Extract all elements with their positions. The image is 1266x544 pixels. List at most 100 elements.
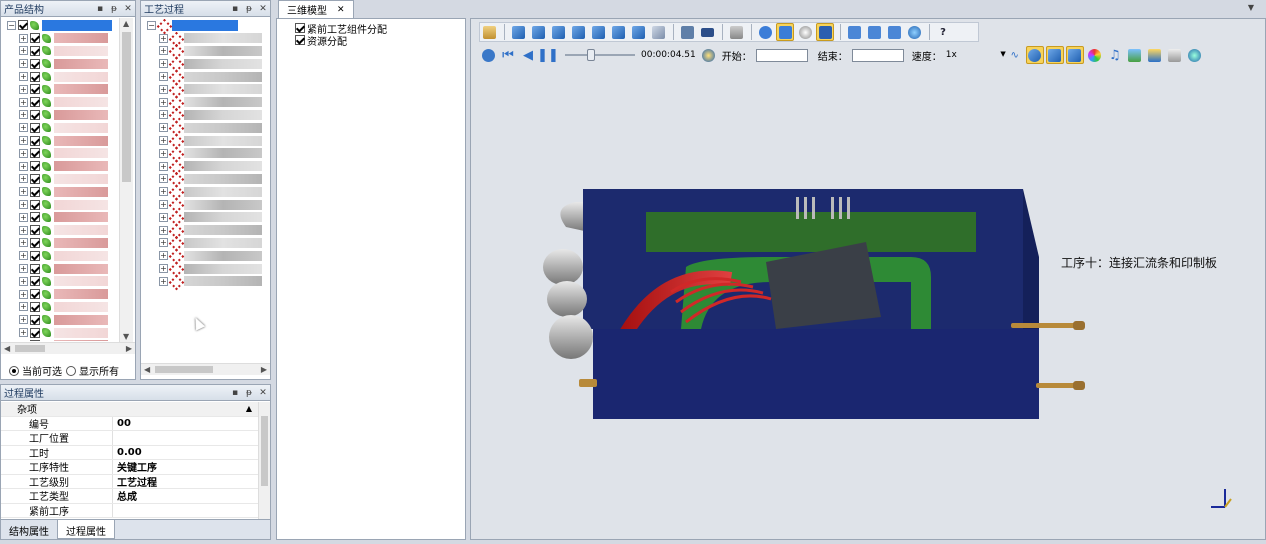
process-node-label[interactable] xyxy=(184,122,262,133)
process-node-label[interactable] xyxy=(184,225,262,236)
process-node-label[interactable] xyxy=(184,45,262,56)
expand-icon[interactable]: + xyxy=(159,148,168,158)
tree-row[interactable]: + xyxy=(7,288,119,301)
property-value[interactable]: 关键工序 xyxy=(113,460,258,474)
checkbox[interactable] xyxy=(30,71,40,82)
checkbox[interactable] xyxy=(30,84,40,95)
expand-icon[interactable]: + xyxy=(159,110,168,120)
tree-node-label[interactable] xyxy=(54,122,108,133)
checkbox[interactable] xyxy=(30,135,40,146)
process-row[interactable]: + xyxy=(147,134,269,147)
music-icon[interactable]: ♫ xyxy=(1106,46,1124,64)
scroll-right-icon[interactable]: ▶ xyxy=(126,344,132,353)
property-value[interactable]: 工艺过程 xyxy=(113,475,258,489)
tree-node-label[interactable] xyxy=(54,161,108,172)
section-icon[interactable] xyxy=(865,23,883,41)
expand-icon[interactable]: + xyxy=(159,174,168,184)
select-icon[interactable] xyxy=(776,23,794,41)
tree-row[interactable]: + xyxy=(7,83,119,96)
tree-row[interactable]: + xyxy=(7,275,119,288)
tree-node-label[interactable] xyxy=(54,301,108,312)
expand-icon[interactable]: + xyxy=(19,225,28,235)
expand-icon[interactable]: + xyxy=(19,315,28,325)
tree-row[interactable]: + xyxy=(7,301,119,314)
tree-node-label[interactable] xyxy=(54,84,108,95)
radio-current-selectable[interactable] xyxy=(9,365,19,376)
part-move-icon[interactable] xyxy=(1065,46,1084,64)
checkbox[interactable] xyxy=(30,122,40,133)
checkbox[interactable] xyxy=(30,301,40,312)
process-node-label[interactable] xyxy=(184,109,262,120)
display-mode-icon[interactable] xyxy=(816,23,834,41)
close-icon[interactable]: ✕ xyxy=(337,5,345,15)
process-node-selected[interactable] xyxy=(172,19,238,31)
process-node-label[interactable] xyxy=(184,161,262,172)
checkbox[interactable] xyxy=(30,33,40,44)
tree-node-label[interactable] xyxy=(54,71,108,82)
start-field[interactable] xyxy=(755,48,808,62)
process-row[interactable]: + xyxy=(147,45,269,58)
property-value[interactable] xyxy=(113,431,258,445)
process-row[interactable]: + xyxy=(147,70,269,83)
radio-show-all[interactable] xyxy=(66,365,76,376)
process-node-label[interactable] xyxy=(184,148,262,159)
tree-row[interactable]: + xyxy=(7,45,119,58)
tree-node-label[interactable] xyxy=(54,276,108,287)
expand-icon[interactable]: + xyxy=(159,33,168,43)
scroll-up-icon[interactable]: ▲ xyxy=(123,19,129,28)
skip-start-icon[interactable]: ⏮ xyxy=(499,46,517,64)
expand-icon[interactable]: + xyxy=(19,110,28,120)
checkbox[interactable] xyxy=(30,225,40,236)
tree-row[interactable]: + xyxy=(7,224,119,237)
color-icon[interactable] xyxy=(1086,46,1104,64)
process-row[interactable]: + xyxy=(147,262,269,275)
process-row[interactable]: + xyxy=(147,83,269,96)
view-iso-icon[interactable] xyxy=(629,23,647,41)
tree-row[interactable]: + xyxy=(7,198,119,211)
tree-node-label[interactable] xyxy=(54,148,108,159)
zoom-fit-icon[interactable] xyxy=(649,23,667,41)
tree-node-label[interactable] xyxy=(54,135,108,146)
dropdown-icon[interactable]: ▪ xyxy=(93,4,107,14)
3d-model-canvas[interactable]: 工序十：连接汇流条和印制板 xyxy=(471,67,1265,539)
world-icon[interactable] xyxy=(1186,46,1204,64)
process-row[interactable]: + xyxy=(147,160,269,173)
tab-list-chevron-down-icon[interactable]: ▼ xyxy=(1248,3,1254,12)
collapse-icon[interactable]: ▲ xyxy=(246,404,252,413)
collapse-icon[interactable]: − xyxy=(147,20,156,30)
property-row[interactable]: 工时 0.00 xyxy=(1,445,258,460)
process-node-label[interactable] xyxy=(184,58,262,69)
measure-icon[interactable] xyxy=(845,23,863,41)
process-row[interactable]: + xyxy=(147,237,269,250)
process-node-label[interactable] xyxy=(184,186,262,197)
checkbox[interactable] xyxy=(30,263,40,274)
expand-icon[interactable]: + xyxy=(19,264,28,274)
tree-row[interactable]: + xyxy=(7,147,119,160)
view-right-icon[interactable] xyxy=(569,23,587,41)
tree-node-label[interactable] xyxy=(54,250,108,261)
tree-node-label[interactable] xyxy=(54,237,108,248)
checkbox[interactable] xyxy=(30,109,40,120)
tree-root-row[interactable]: − xyxy=(7,19,119,32)
speed-select[interactable]: 1x ▼ xyxy=(946,50,1006,60)
path-icon[interactable] xyxy=(1045,46,1064,64)
play-reverse-icon[interactable]: ◀ xyxy=(519,46,537,64)
scroll-thumb[interactable] xyxy=(122,32,131,182)
tree-node-label[interactable] xyxy=(54,109,108,120)
expand-icon[interactable]: + xyxy=(19,302,28,312)
expand-icon[interactable]: + xyxy=(19,148,28,158)
dropdown-icon[interactable]: ▪ xyxy=(228,388,242,398)
process-row[interactable]: + xyxy=(147,224,269,237)
tree-row[interactable]: + xyxy=(7,262,119,275)
expand-icon[interactable]: + xyxy=(19,276,28,286)
assignment-item[interactable]: 资源分配 xyxy=(295,34,387,48)
pause-icon[interactable]: ❚❚ xyxy=(537,46,559,64)
tree-row[interactable]: + xyxy=(7,96,119,109)
tree-node-label[interactable] xyxy=(54,97,108,108)
expand-icon[interactable]: + xyxy=(19,200,28,210)
expand-icon[interactable]: + xyxy=(19,72,28,82)
checkbox[interactable] xyxy=(30,186,40,197)
tree-node-label[interactable] xyxy=(54,289,108,300)
scroll-thumb[interactable] xyxy=(15,345,45,352)
tree-node-label[interactable] xyxy=(54,314,108,325)
